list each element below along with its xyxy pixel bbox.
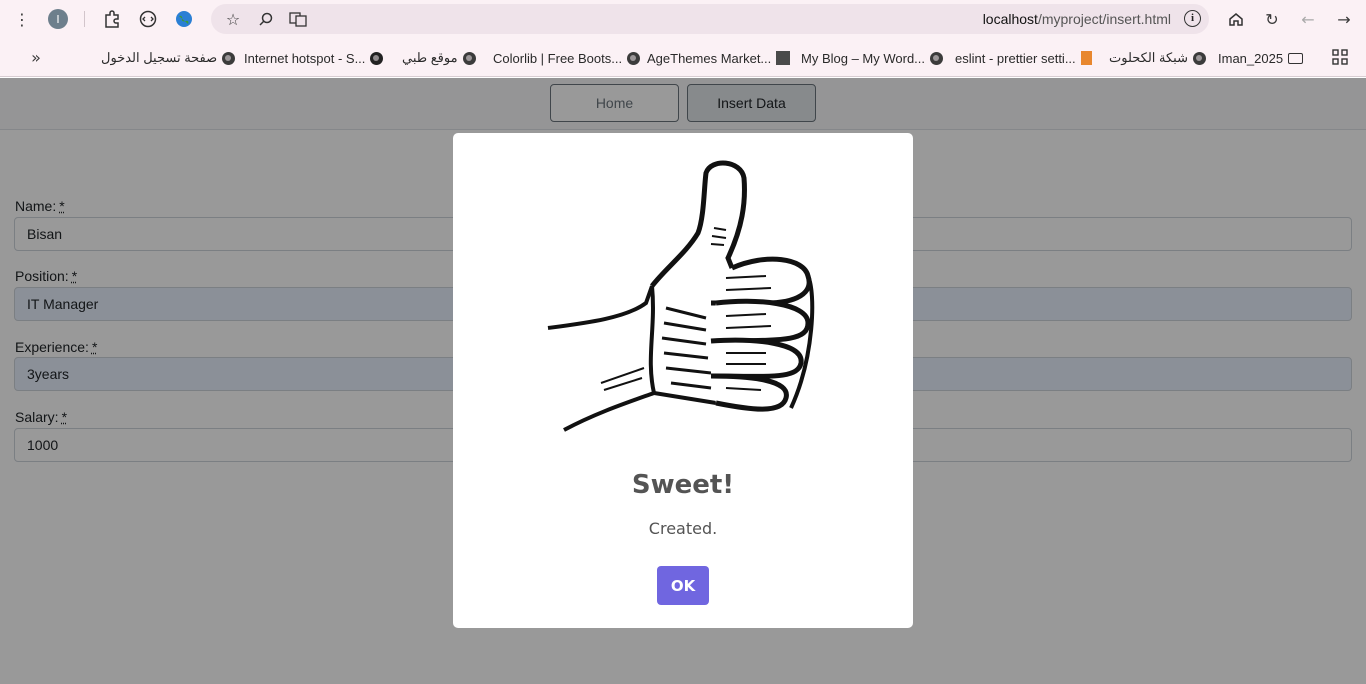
bookmark-item[interactable]: موقع طبي [402, 48, 476, 68]
bookmark-star-icon[interactable]: ☆ [221, 7, 245, 31]
agethemes-icon [776, 51, 791, 65]
bookmark-label: Internet hotspot - S... [244, 50, 366, 66]
stackoverflow-icon [1080, 51, 1092, 65]
thumbs-up-icon [547, 160, 815, 432]
more-bookmarks-chevron-icon[interactable]: » [24, 45, 48, 69]
translate-icon[interactable] [286, 7, 310, 31]
bookmark-label: Colorlib | Free Boots... [493, 50, 623, 66]
bookmark-label: My Blog – My Word... [801, 50, 926, 66]
toolbar-divider [84, 11, 85, 27]
apps-grid-icon[interactable] [1328, 45, 1352, 69]
forward-icon[interactable]: → [1332, 7, 1356, 31]
zoom-icon[interactable] [254, 7, 278, 31]
menu-kebab-icon[interactable]: ⋮ [10, 7, 34, 31]
globe-icon [1192, 51, 1206, 65]
folder-icon [1288, 52, 1304, 64]
devtools-icon[interactable] [136, 7, 160, 31]
globe-icon [462, 51, 476, 65]
bookmark-item[interactable]: AgeThemes Market... [647, 48, 791, 68]
bookmark-label: شبكة الكحلوت [1109, 50, 1188, 65]
bookmark-item[interactable]: شبكة الكحلوت [1109, 48, 1206, 68]
dialog-message: Created. [648, 519, 718, 538]
wifi-icon [370, 51, 384, 65]
earth-extension-icon[interactable] [172, 7, 196, 31]
bookmark-item[interactable]: صفحة تسجيل الدخول [101, 48, 236, 68]
url-text[interactable]: localhost/myproject/insert.html [983, 11, 1171, 27]
bookmark-item[interactable]: eslint - prettier setti... [955, 48, 1092, 68]
browser-toolbar: ⋮ I ☆ localhost/myproject/insert.html i … [0, 0, 1366, 38]
url-host: localhost [982, 11, 1038, 27]
bookmark-label: AgeThemes Market... [647, 50, 772, 66]
bookmark-label: موقع طبي [402, 50, 458, 65]
bookmarks-bar: » صفحة تسجيل الدخول Internet hotspot - S… [0, 38, 1366, 77]
globe-icon [627, 51, 641, 65]
bookmark-label: صفحة تسجيل الدخول [101, 50, 218, 65]
reload-icon[interactable]: ↻ [1260, 7, 1284, 31]
url-path: /myproject/insert.html [1037, 11, 1171, 27]
success-dialog: Sweet! Created. OK [453, 133, 913, 628]
profile-avatar[interactable]: I [48, 9, 68, 29]
bookmark-label: eslint - prettier setti... [955, 50, 1076, 66]
ok-button[interactable]: OK [657, 566, 709, 605]
site-info-icon[interactable]: i [1184, 10, 1201, 27]
bookmark-item[interactable]: Colorlib | Free Boots... [493, 48, 641, 68]
extensions-icon[interactable] [100, 7, 124, 31]
home-icon[interactable] [1224, 7, 1248, 31]
bookmark-folder[interactable]: Iman_2025 [1218, 48, 1304, 68]
bookmark-item[interactable]: My Blog – My Word... [801, 48, 944, 68]
globe-icon [222, 51, 236, 65]
back-icon[interactable]: ← [1296, 7, 1320, 31]
bookmark-item[interactable]: Internet hotspot - S... [244, 48, 384, 68]
bookmark-label: Iman_2025 [1218, 50, 1284, 66]
address-bar[interactable]: ☆ localhost/myproject/insert.html i [211, 4, 1209, 34]
dialog-title: Sweet! [631, 470, 735, 500]
globe-icon [930, 51, 944, 65]
